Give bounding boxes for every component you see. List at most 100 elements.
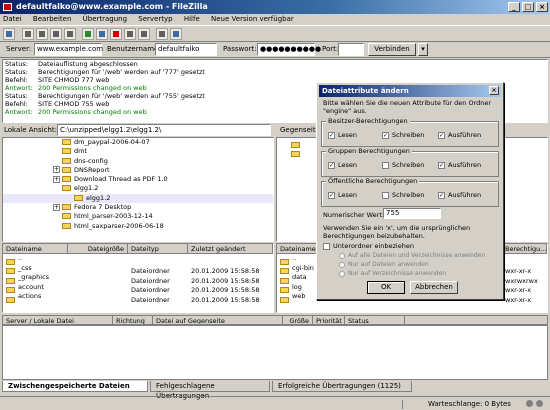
close-button[interactable]: ×: [536, 2, 548, 12]
remote-tree-icon[interactable]: [50, 28, 62, 40]
tab-queued-files[interactable]: Zwischengespeicherte Dateien: [2, 381, 148, 392]
col-status[interactable]: Status: [345, 316, 405, 324]
expand-icon[interactable]: +: [53, 175, 60, 183]
local-tree-item[interactable]: html_parser-2003-12-14: [3, 212, 273, 221]
group-write-checkbox[interactable]: Schreiben: [382, 161, 424, 169]
local-tree-item[interactable]: elgg1.2: [3, 193, 273, 204]
col-modified[interactable]: Zuletzt geändert: [188, 244, 273, 253]
menu-datei[interactable]: Datei: [3, 15, 22, 23]
group-exec-checkbox[interactable]: ✓ Ausführen: [438, 161, 481, 169]
tree-toggle-icon[interactable]: [36, 28, 48, 40]
dialog-close-button[interactable]: ×: [489, 86, 499, 95]
queue-toggle-icon[interactable]: [64, 28, 76, 40]
log-message: SITE CHMOD 777 web: [38, 76, 110, 84]
username-label: Benutzername:: [107, 45, 161, 53]
local-tree-item[interactable]: + DNSReport: [3, 166, 273, 175]
owner-exec-checkbox[interactable]: ✓ Ausführen: [438, 131, 481, 139]
tree-item-label: html_parser-2003-12-14: [74, 212, 153, 221]
public-write-checkbox[interactable]: Schreiben: [382, 191, 424, 199]
col-server-local[interactable]: Server / Lokale Datei: [3, 316, 113, 324]
tree-item-label: DNSReport: [74, 165, 110, 174]
local-view-label: Lokale Ansicht:: [4, 126, 57, 134]
apply-dirs-radio[interactable]: Nur auf Verzeichnisse anwenden: [339, 270, 446, 277]
queue-tabs: Zwischengespeicherte Dateien Fehlgeschla…: [2, 381, 548, 400]
folder-icon: [62, 185, 71, 192]
local-file-row[interactable]: account Dateiordner 20.01.2009 15:58:58: [3, 283, 273, 294]
process-queue-icon[interactable]: [96, 28, 108, 40]
folder-icon: [62, 176, 71, 183]
log-type: Befehl:: [5, 76, 28, 84]
log-message: Dateiauflistung abgeschlossen: [38, 60, 138, 68]
apply-all-radio[interactable]: Auf alle Dateien und Verzeichnisse anwen…: [339, 252, 485, 259]
local-file-row[interactable]: actions Dateiordner 20.01.2009 15:58:58: [3, 292, 273, 304]
password-input[interactable]: ●●●●●●●●●●: [257, 43, 321, 56]
local-tree-item[interactable]: elgg1.2: [3, 184, 273, 193]
local-file-list: Dateiname Dateigröße Dateityp Zuletzt geänd…: [2, 243, 274, 313]
col-filetype[interactable]: Dateityp: [128, 244, 188, 253]
expand-icon[interactable]: +: [53, 203, 60, 211]
owner-permissions-label: Besitzer-Berechtigungen: [326, 117, 410, 125]
local-file-row[interactable]: ..: [3, 254, 273, 265]
log-toggle-icon[interactable]: [22, 28, 34, 40]
filter-icon[interactable]: [156, 28, 168, 40]
tab-failed-transfers[interactable]: Fehlgeschlagene Übertragungen: [150, 381, 270, 400]
minimize-button[interactable]: _: [508, 2, 520, 12]
local-tree-item[interactable]: + Fedora 7 Desktop: [3, 203, 273, 212]
local-file-header: Dateiname Dateigröße Dateityp Zuletzt geänd…: [3, 244, 273, 254]
menu-servertyp[interactable]: Servertyp: [138, 15, 172, 23]
owner-read-checkbox[interactable]: ✓ Lesen: [328, 131, 357, 139]
local-tree-item[interactable]: dm_paypal-2006-04-07: [3, 138, 273, 147]
maximize-button[interactable]: □: [522, 2, 534, 12]
apply-files-radio[interactable]: Nur auf Dateien anwenden: [339, 261, 429, 268]
refresh-icon[interactable]: [82, 28, 94, 40]
group-read-checkbox[interactable]: ✓ Lesen: [328, 161, 357, 169]
col-permissions[interactable]: Berechtigu...: [502, 244, 547, 253]
local-tree-item[interactable]: html_saxparser-2006-06-18: [3, 222, 273, 231]
menu-bearbeiten[interactable]: Bearbeiten: [33, 15, 71, 23]
menu-hilfe[interactable]: Hilfe: [184, 15, 200, 23]
username-input[interactable]: defaultfalko: [155, 43, 217, 56]
log-type: Status:: [5, 60, 28, 68]
col-direction[interactable]: Richtung: [113, 316, 153, 324]
file-name: _graphics: [18, 273, 50, 281]
col-size[interactable]: Größe: [283, 316, 313, 324]
numeric-value-input[interactable]: 755: [383, 208, 441, 219]
public-exec-checkbox[interactable]: ✓ Ausführen: [438, 191, 481, 199]
file-name: _css: [18, 263, 32, 272]
local-file-row[interactable]: _graphics Dateiordner 20.01.2009 15:58:58: [3, 273, 273, 285]
disconnect-icon[interactable]: [124, 28, 136, 40]
compare-icon[interactable]: [170, 28, 182, 40]
local-tree-item[interactable]: dns-config: [3, 157, 273, 166]
local-tree-item[interactable]: dmt: [3, 147, 273, 156]
activity-led-icon: [526, 400, 533, 407]
local-path-input[interactable]: C:\unzipped\elgg1.2\elgg1.2\: [57, 124, 271, 136]
col-filesize[interactable]: Dateigröße: [68, 244, 128, 253]
col-priority[interactable]: Priorität: [313, 316, 345, 324]
cancel-icon[interactable]: [110, 28, 122, 40]
group-permissions-label: Gruppen Berechtigungen: [326, 147, 412, 155]
reconnect-icon[interactable]: [138, 28, 150, 40]
server-input[interactable]: www.example.com: [34, 43, 103, 56]
folder-icon: [62, 139, 71, 145]
filezilla-icon: [3, 3, 12, 11]
col-filename[interactable]: Dateiname: [3, 244, 68, 253]
menu-uebertragung[interactable]: Übertragung: [83, 15, 127, 23]
tab-successful-transfers[interactable]: Erfolgreiche Übertragungen (1125): [272, 381, 412, 392]
port-input[interactable]: [338, 43, 364, 56]
col-remote-file[interactable]: Datei auf Gegenseite: [153, 316, 283, 324]
ok-button[interactable]: OK: [367, 281, 405, 294]
local-tree-item[interactable]: + Download Thread as PDF 1.0: [3, 175, 273, 184]
tree-item-label: elgg1.2: [86, 193, 111, 202]
menu-new-version[interactable]: Neue Version verfügbar: [211, 15, 294, 23]
cancel-button[interactable]: Abbrechen: [410, 281, 458, 294]
owner-write-checkbox[interactable]: ✓ Schreiben: [382, 131, 424, 139]
local-file-row[interactable]: _css Dateiordner 20.01.2009 15:58:58: [3, 263, 273, 275]
connect-button[interactable]: Verbinden: [368, 43, 416, 56]
public-permissions-group: Öffentliche Berechtigungen ✓ Lesen Schrei…: [321, 177, 499, 207]
include-subfolders-checkbox[interactable]: Unterordner einbeziehen: [323, 242, 414, 250]
queue-list: [2, 325, 548, 380]
connect-dropdown-button[interactable]: ▾: [418, 43, 428, 56]
public-read-checkbox[interactable]: ✓ Lesen: [328, 191, 357, 199]
expand-icon[interactable]: +: [53, 166, 60, 174]
site-manager-icon[interactable]: [3, 28, 15, 40]
